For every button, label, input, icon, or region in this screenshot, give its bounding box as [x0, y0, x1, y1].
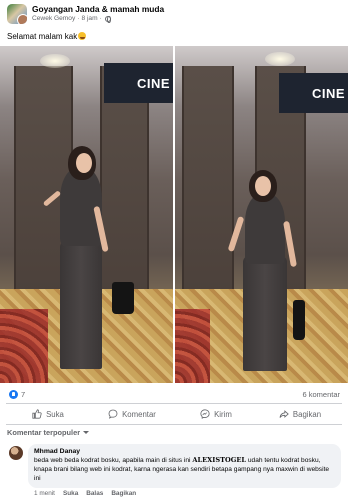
- group-avatar[interactable]: [7, 4, 27, 24]
- post-time[interactable]: 8 jam: [81, 15, 97, 22]
- post-photo-left[interactable]: CINE: [0, 46, 173, 383]
- send-label: Kirim: [214, 409, 232, 419]
- carpet-pattern: [175, 308, 210, 383]
- like-label: Suka: [46, 409, 64, 419]
- post-meta: Cewek Gemoy · 8 jam ·: [32, 15, 111, 24]
- reaction-summary: 7 6 komentar: [0, 383, 348, 403]
- post-header: Goyangan Janda & mamah muda Cewek Gemoy …: [0, 0, 348, 28]
- reaction-count[interactable]: 7: [21, 390, 25, 399]
- commenter-avatar[interactable]: [9, 446, 23, 460]
- ceiling-light: [265, 52, 295, 66]
- ceiling-light: [40, 54, 70, 68]
- person-face: [255, 176, 271, 196]
- messenger-icon: [200, 409, 210, 419]
- comment-actions: 1 menit Suka Balas Bagikan: [34, 490, 136, 497]
- cinema-sign-text: CINE: [311, 85, 345, 101]
- thumbs-up-icon: [32, 409, 42, 419]
- like-button[interactable]: Suka: [6, 404, 90, 424]
- author-name[interactable]: Cewek Gemoy: [32, 15, 75, 22]
- cinema-sign-text: CINE: [136, 75, 170, 91]
- send-button[interactable]: Kirim: [174, 404, 258, 424]
- cinema-sign: CINE: [278, 72, 348, 114]
- comment-sort-dropdown[interactable]: Komentar terpopuler: [7, 428, 90, 437]
- handbag: [112, 282, 134, 314]
- share-label: Bagikan: [292, 409, 322, 419]
- comment-time[interactable]: 1 menit: [34, 490, 55, 497]
- comment-share-button[interactable]: Bagikan: [111, 490, 136, 497]
- comment-text: beda web beda kodrat bosku, apabila main…: [34, 456, 335, 483]
- person-legs: [243, 256, 287, 371]
- carpet-pattern: [0, 308, 49, 383]
- comment-count[interactable]: 6 komentar: [302, 390, 340, 399]
- share-button[interactable]: Bagikan: [258, 404, 342, 424]
- group-name[interactable]: Goyangan Janda & mamah muda: [32, 4, 164, 14]
- post-caption: Selamat malam kak: [7, 32, 87, 41]
- comment-bubble-icon: [108, 409, 118, 419]
- person-torso: [245, 194, 285, 264]
- post-actions: Suka Komentar Kirim Bagikan: [6, 403, 342, 425]
- cinema-sign: CINE: [103, 62, 173, 104]
- comment-like-button[interactable]: Suka: [63, 490, 78, 497]
- comment-text-start: beda web beda kodrat bosku, apabila main…: [34, 457, 193, 464]
- share-arrow-icon: [279, 410, 289, 418]
- caption-text: Selamat malam kak: [7, 32, 78, 41]
- photo-grid: CINE CINE: [0, 46, 348, 383]
- post-photo-right[interactable]: CINE: [175, 46, 348, 383]
- chevron-down-icon: [83, 431, 90, 434]
- comment-brand-text: ALEXISTOGEL: [192, 456, 247, 464]
- like-badge-icon[interactable]: [9, 390, 18, 399]
- person-legs: [60, 241, 102, 369]
- sort-label: Komentar terpopuler: [7, 428, 81, 437]
- handbag: [293, 300, 305, 340]
- smiling-emoji-icon: [78, 32, 87, 40]
- comment-bubble: Mhmad Danay beda web beda kodrat bosku, …: [28, 444, 341, 488]
- meta-separator: ·: [77, 15, 80, 22]
- meta-separator: ·: [99, 15, 102, 22]
- elevator-door: [181, 66, 234, 309]
- comment-button[interactable]: Komentar: [90, 404, 174, 424]
- person-face: [76, 153, 92, 173]
- comment-author[interactable]: Mhmad Danay: [34, 448, 335, 455]
- comment-reply-button[interactable]: Balas: [86, 490, 103, 497]
- comment-label: Komentar: [122, 409, 156, 419]
- globe-icon: [104, 15, 111, 24]
